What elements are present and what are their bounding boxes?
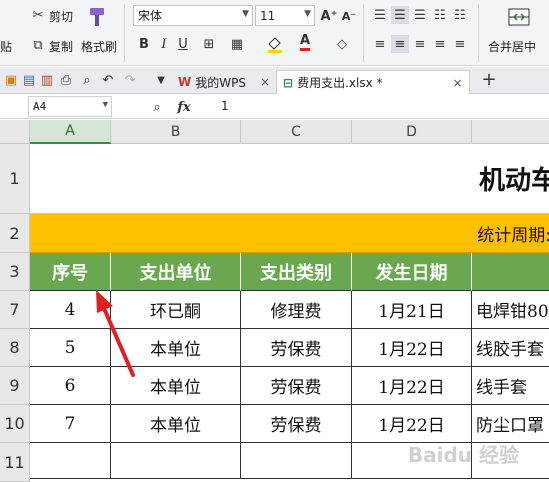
watermark: Baidu 经验: [407, 443, 519, 467]
annotation-arrow-icon: [96, 290, 135, 377]
